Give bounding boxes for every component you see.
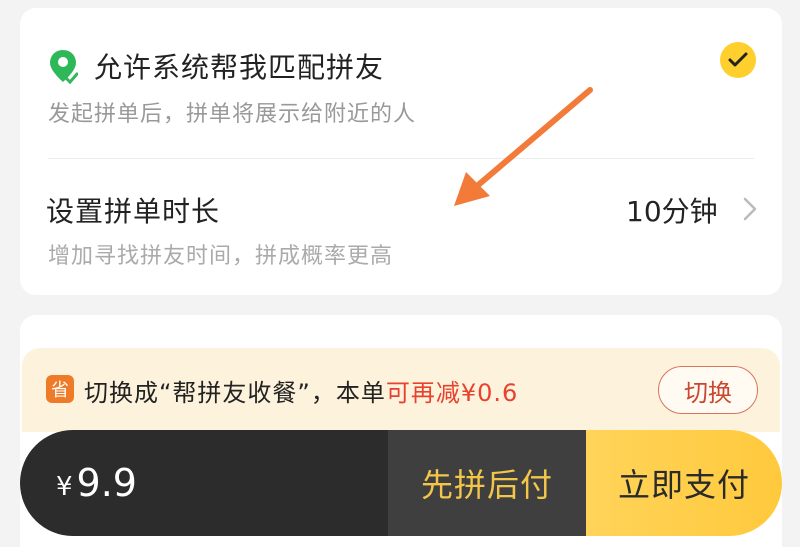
pay-now-button[interactable]: 立即支付 (586, 430, 782, 536)
promo-banner: 省 切换成“帮拼友收餐”，本单可再减¥0.6 切换 (22, 348, 780, 432)
duration-value[interactable]: 10分钟 (626, 190, 718, 230)
match-setting-title: 允许系统帮我匹配拼友 (94, 51, 385, 84)
promo-text: 切换成“帮拼友收餐”，本单可再减¥0.6 (84, 373, 518, 408)
promo-discount: 可再减¥0.6 (385, 379, 519, 407)
settings-card: 允许系统帮我匹配拼友 发起拼单后，拼单将展示给附近的人 设置拼单时长 增加寻找拼… (20, 8, 782, 295)
payment-bar: ¥ 9.9 先拼后付 立即支付 (20, 430, 782, 536)
check-circle-icon[interactable] (720, 42, 756, 78)
price-display: ¥ 9.9 (20, 430, 388, 536)
location-pin-icon (50, 50, 78, 85)
annotation-arrow-icon (454, 87, 593, 206)
match-setting-subtitle: 发起拼单后，拼单将展示给附近的人 (48, 102, 417, 127)
price-amount: 9.9 (76, 461, 137, 505)
duration-setting-subtitle: 增加寻找拼友时间，拼成概率更高 (48, 244, 394, 269)
switch-button[interactable]: 切换 (658, 366, 758, 414)
save-badge-icon: 省 (46, 375, 74, 403)
chevron-right-icon[interactable] (742, 196, 758, 222)
promo-text-prefix: 切换成“帮拼友收餐”，本单 (84, 379, 386, 407)
divider (48, 158, 754, 159)
duration-setting-title[interactable]: 设置拼单时长 (46, 190, 220, 230)
currency-symbol: ¥ (56, 472, 73, 502)
pay-later-button[interactable]: 先拼后付 (388, 430, 586, 536)
